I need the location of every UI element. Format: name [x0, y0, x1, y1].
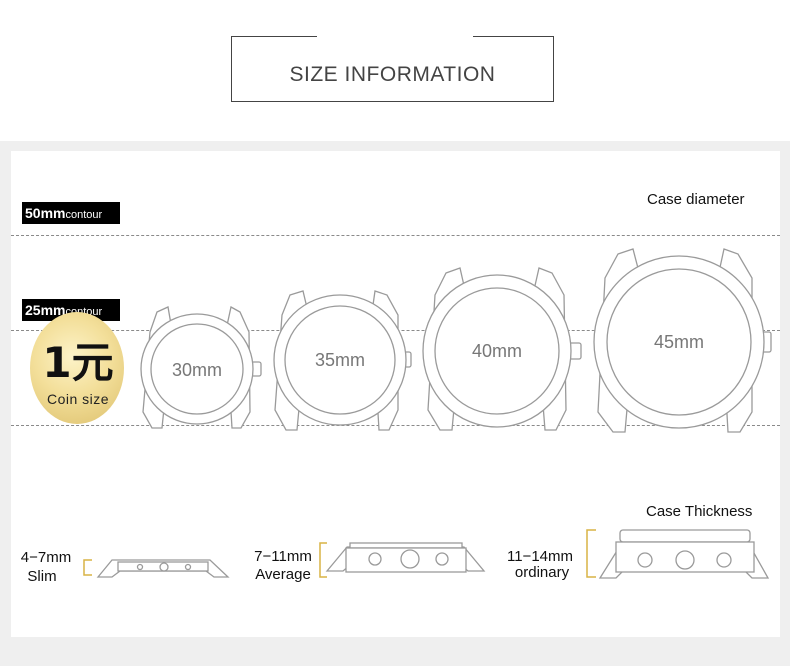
bracket-ordinary: [586, 529, 596, 578]
case-ordinary-outline: [598, 529, 770, 579]
thickness-illustrations: [83, 529, 770, 579]
case-slim-outline: [96, 559, 230, 578]
case-average-outline: [325, 542, 486, 573]
bracket-average: [319, 542, 327, 578]
bracket-slim: [83, 559, 92, 576]
